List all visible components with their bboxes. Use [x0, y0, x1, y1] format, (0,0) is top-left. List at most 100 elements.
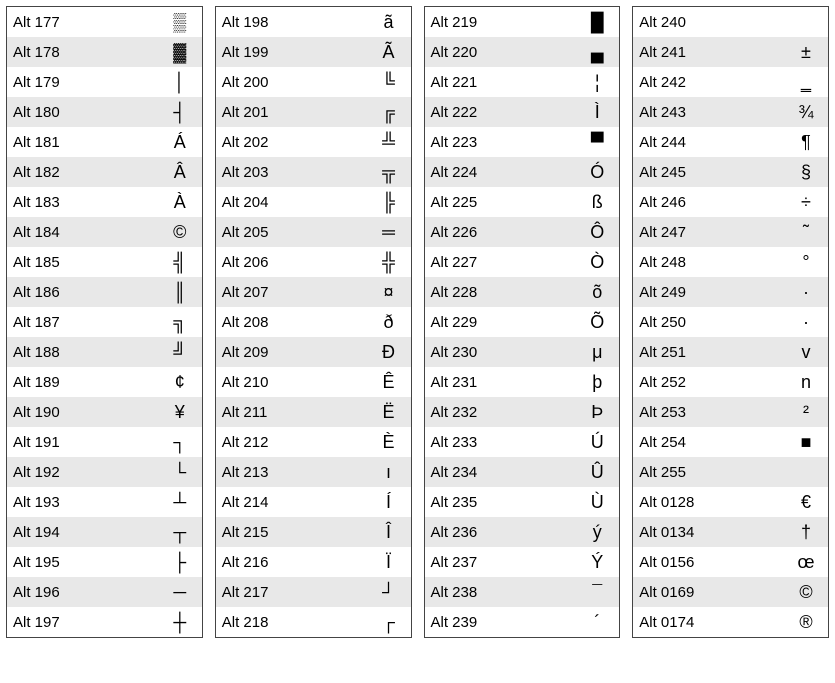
table-row: Alt 225ß: [425, 187, 620, 217]
alt-code-symbol: ã: [373, 13, 405, 31]
alt-code-label: Alt 190: [13, 404, 164, 421]
table-row: Alt 247˜: [633, 217, 828, 247]
table-row: Alt 187╗: [7, 307, 202, 337]
alt-code-label: Alt 229: [431, 314, 582, 331]
alt-code-label: Alt 254: [639, 434, 790, 451]
alt-code-symbol: ·: [790, 283, 822, 301]
table-row: Alt 184©: [7, 217, 202, 247]
alt-code-label: Alt 248: [639, 254, 790, 271]
alt-code-symbol: Ù: [581, 493, 613, 511]
alt-code-label: Alt 195: [13, 554, 164, 571]
alt-code-label: Alt 178: [13, 44, 164, 61]
table-row: Alt 251v: [633, 337, 828, 367]
alt-code-symbol: Ë: [373, 403, 405, 421]
alt-code-symbol: ı: [373, 463, 405, 481]
alt-code-symbol: †: [790, 523, 822, 541]
alt-code-label: Alt 191: [13, 434, 164, 451]
alt-code-symbol: ╔: [373, 103, 405, 121]
alt-code-label: Alt 241: [639, 44, 790, 61]
table-row: Alt 236ý: [425, 517, 620, 547]
table-row: Alt 228õ: [425, 277, 620, 307]
alt-code-symbol: ý: [581, 523, 613, 541]
alt-code-symbol: Ô: [581, 223, 613, 241]
table-row: Alt 203╦: [216, 157, 411, 187]
alt-code-symbol: þ: [581, 373, 613, 391]
table-row: Alt 0134†: [633, 517, 828, 547]
table-row: Alt 241±: [633, 37, 828, 67]
table-row: Alt 201╔: [216, 97, 411, 127]
alt-code-label: Alt 0174: [639, 614, 790, 631]
alt-code-label: Alt 224: [431, 164, 582, 181]
alt-code-symbol: ²: [790, 403, 822, 421]
alt-code-symbol: ╠: [373, 193, 405, 211]
alt-code-label: Alt 234: [431, 464, 582, 481]
alt-code-label: Alt 0156: [639, 554, 790, 571]
table-row: Alt 254■: [633, 427, 828, 457]
alt-code-symbol: ð: [373, 313, 405, 331]
alt-code-symbol: ┴: [164, 493, 196, 511]
alt-code-symbol: €: [790, 493, 822, 511]
alt-code-label: Alt 192: [13, 464, 164, 481]
alt-code-label: Alt 251: [639, 344, 790, 361]
alt-code-symbol: Á: [164, 133, 196, 151]
table-row: Alt 213ı: [216, 457, 411, 487]
alt-code-symbol: œ: [790, 553, 822, 571]
table-row: Alt 238¯: [425, 577, 620, 607]
alt-code-symbol: Ý: [581, 553, 613, 571]
table-row: Alt 234Û: [425, 457, 620, 487]
alt-code-label: Alt 242: [639, 74, 790, 91]
alt-code-symbol: ÷: [790, 193, 822, 211]
alt-code-symbol: °: [790, 253, 822, 271]
alt-code-label: Alt 211: [222, 404, 373, 421]
alt-code-symbol: ß: [581, 193, 613, 211]
table-row: Alt 192└: [7, 457, 202, 487]
alt-code-label: Alt 235: [431, 494, 582, 511]
alt-code-label: Alt 0128: [639, 494, 790, 511]
table-row: Alt 190¥: [7, 397, 202, 427]
table-row: Alt 235Ù: [425, 487, 620, 517]
alt-code-label: Alt 183: [13, 194, 164, 211]
alt-code-symbol: Î: [373, 523, 405, 541]
alt-code-label: Alt 210: [222, 374, 373, 391]
table-row: Alt 245§: [633, 157, 828, 187]
table-row: Alt 232Þ: [425, 397, 620, 427]
alt-code-label: Alt 203: [222, 164, 373, 181]
alt-code-symbol: μ: [581, 343, 613, 361]
alt-code-label: Alt 231: [431, 374, 582, 391]
table-row: Alt 199Ã: [216, 37, 411, 67]
alt-code-label: Alt 233: [431, 434, 582, 451]
alt-code-label: Alt 228: [431, 284, 582, 301]
table-row: Alt 181Á: [7, 127, 202, 157]
alt-code-symbol: ╝: [164, 343, 196, 361]
alt-code-symbol: ¾: [790, 103, 822, 121]
alt-code-label: Alt 249: [639, 284, 790, 301]
table-row: Alt 185╣: [7, 247, 202, 277]
alt-code-symbol: ·: [790, 313, 822, 331]
alt-code-label: Alt 202: [222, 134, 373, 151]
alt-code-label: Alt 223: [431, 134, 582, 151]
alt-code-symbol: ╩: [373, 133, 405, 151]
table-row: Alt 253²: [633, 397, 828, 427]
alt-code-symbol: ║: [164, 283, 196, 301]
alt-code-symbol: ¢: [164, 373, 196, 391]
alt-code-label: Alt 0134: [639, 524, 790, 541]
alt-code-label: Alt 181: [13, 134, 164, 151]
alt-code-symbol: ˜: [790, 223, 822, 241]
table-row: Alt 204╠: [216, 187, 411, 217]
table-row: Alt 178▓: [7, 37, 202, 67]
alt-code-label: Alt 208: [222, 314, 373, 331]
alt-code-label: Alt 200: [222, 74, 373, 91]
table-row: Alt 221¦: [425, 67, 620, 97]
table-row: Alt 249·: [633, 277, 828, 307]
alt-code-symbol: ═: [373, 223, 405, 241]
alt-code-symbol: ┤: [164, 103, 196, 121]
alt-code-label: Alt 0169: [639, 584, 790, 601]
table-row: Alt 217┘: [216, 577, 411, 607]
table-row: Alt 255: [633, 457, 828, 487]
alt-code-label: Alt 182: [13, 164, 164, 181]
alt-code-label: Alt 215: [222, 524, 373, 541]
alt-code-label: Alt 214: [222, 494, 373, 511]
alt-code-label: Alt 199: [222, 44, 373, 61]
table-row: Alt 237Ý: [425, 547, 620, 577]
alt-code-label: Alt 201: [222, 104, 373, 121]
